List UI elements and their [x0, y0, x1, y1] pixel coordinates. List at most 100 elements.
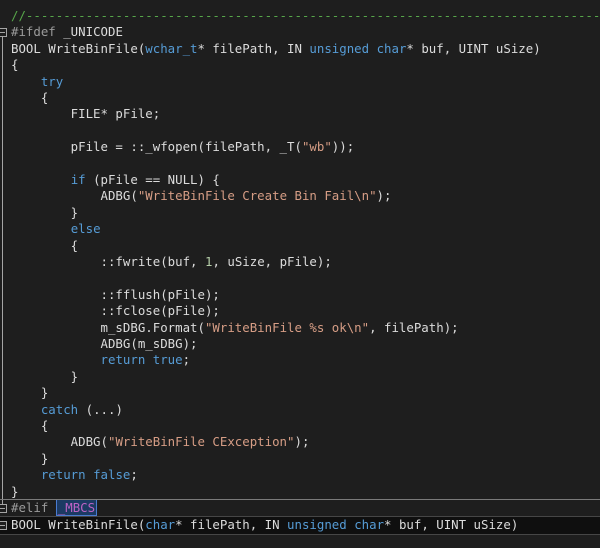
code-token: pFile = ::_wfopen(filePath, _T( [11, 139, 302, 155]
code-line[interactable]: pFile = ::_wfopen(filePath, _T("wb")); [0, 139, 600, 155]
code-text: ADBG(m_sDBG); [11, 336, 198, 352]
code-line[interactable]: try [0, 74, 600, 90]
code-token: { [11, 418, 49, 433]
code-text: else [11, 221, 101, 237]
code-line[interactable]: ::fflush(pFile); [0, 287, 600, 303]
fold-collapse-icon[interactable] [0, 28, 7, 38]
code-line[interactable]: ADBG(m_sDBG); [0, 336, 600, 352]
code-text: } [11, 385, 48, 401]
code-line-current[interactable]: BOOL WriteBinFile(char* filePath, IN uns… [0, 516, 600, 535]
code-token: } [11, 483, 19, 499]
fold-collapse-icon[interactable] [0, 521, 7, 531]
code-line[interactable]: } [0, 451, 600, 467]
code-token: false [93, 467, 131, 483]
code-token: ); [294, 434, 310, 450]
code-text: { [11, 57, 18, 73]
code-line[interactable]: catch (...) [0, 402, 600, 418]
code-line[interactable]: if (pFile == NULL) { [0, 172, 600, 188]
code-text: ::fflush(pFile); [11, 287, 220, 303]
code-line[interactable]: } [0, 205, 600, 221]
code-line[interactable]: m_sDBG.Format("WriteBinFile %s ok\n", fi… [0, 320, 600, 336]
code-token: * buf, UINT uSize) [384, 517, 519, 533]
code-line[interactable]: #ifdef _UNICODE [0, 24, 600, 40]
code-token: ::fflush(pFile); [11, 286, 220, 302]
code-token: "wb" [301, 139, 332, 155]
code-line[interactable]: return false; [0, 467, 600, 483]
code-token: (pFile == NULL) { [85, 172, 220, 187]
code-text: #ifdef _UNICODE [11, 24, 123, 40]
code-token: ; [182, 352, 191, 368]
code-token: //--------------------------------------… [11, 8, 600, 23]
code-line[interactable]: #elif _MBCS [0, 499, 600, 516]
code-token: ADBG( [11, 434, 108, 450]
code-token: return [40, 467, 86, 483]
code-text: ADBG("WriteBinFile CException"); [11, 434, 310, 450]
code-text: return true; [11, 352, 191, 368]
code-line[interactable]: { [0, 418, 600, 434]
code-line[interactable] [0, 156, 600, 172]
code-token: #elif [11, 500, 49, 515]
code-token: BOOL WriteBinFile( [11, 517, 146, 533]
code-line[interactable] [0, 270, 600, 286]
code-text: if (pFile == NULL) { [11, 172, 220, 188]
code-token: m_sDBG.Format( [11, 319, 205, 335]
code-text: pFile = ::_wfopen(filePath, _T("wb")); [11, 139, 355, 155]
code-text: { [11, 238, 78, 254]
code-token: char [145, 517, 176, 533]
code-line[interactable]: BOOL WriteBinFile(wchar_t* filePath, IN … [0, 41, 600, 57]
code-line[interactable]: } [0, 369, 600, 385]
code-text: try [11, 74, 63, 90]
code-token: unsigned [309, 40, 370, 56]
code-text: return false; [11, 467, 138, 483]
code-text: } [11, 451, 48, 467]
code-text: ::fwrite(buf, 1, uSize, pFile); [11, 254, 332, 270]
code-token: try [40, 73, 64, 89]
code-line[interactable]: { [0, 57, 600, 73]
code-text: BOOL WriteBinFile(char* filePath, IN uns… [11, 517, 518, 533]
code-text: } [11, 205, 78, 221]
code-text: //--------------------------------------… [11, 8, 600, 24]
code-line[interactable]: { [0, 238, 600, 254]
code-token: FILE* pFile; [11, 106, 161, 122]
code-token: } [11, 368, 79, 384]
code-token: #ifdef [11, 24, 56, 40]
code-editor[interactable]: //--------------------------------------… [0, 0, 600, 548]
code-token: )); [331, 139, 355, 155]
code-token: char [354, 517, 385, 533]
region-separator [0, 499, 600, 500]
code-token: ::fclose(pFile); [11, 303, 220, 319]
code-line[interactable]: ::fwrite(buf, 1, uSize, pFile); [0, 254, 600, 270]
code-line[interactable]: { [0, 90, 600, 106]
code-line[interactable]: return true; [0, 352, 600, 368]
code-token: ::fwrite(buf, [11, 254, 205, 269]
code-line[interactable]: ADBG("WriteBinFile Create Bin Fail\n"); [0, 188, 600, 204]
code-token: else [70, 221, 101, 237]
code-line[interactable]: } [0, 484, 600, 500]
code-line[interactable]: } [0, 385, 600, 401]
code-token: unsigned [287, 517, 347, 533]
code-token: "WriteBinFile %s ok\n" [204, 319, 370, 335]
code-token: true [152, 352, 183, 368]
code-text: BOOL WriteBinFile(wchar_t* filePath, IN … [11, 41, 541, 57]
code-line[interactable]: else [0, 221, 600, 237]
code-text: m_sDBG.Format("WriteBinFile %s ok\n", fi… [11, 320, 459, 336]
code-token: _MBCS [55, 499, 98, 516]
code-token: "WriteBinFile CException" [107, 434, 295, 450]
fold-collapse-icon[interactable] [0, 504, 7, 513]
code-text: catch (...) [11, 402, 123, 418]
code-line[interactable]: FILE* pFile; [0, 106, 600, 122]
code-line[interactable]: //--------------------------------------… [0, 8, 600, 24]
code-token: wchar_t [145, 40, 198, 56]
code-text: { [11, 90, 48, 106]
code-line[interactable]: ADBG("WriteBinFile CException"); [0, 434, 600, 450]
code-line[interactable]: ::fclose(pFile); [0, 303, 600, 319]
code-token: ADBG(m_sDBG); [11, 336, 198, 351]
code-line[interactable] [0, 123, 600, 139]
code-token: * filePath, IN [175, 517, 288, 533]
